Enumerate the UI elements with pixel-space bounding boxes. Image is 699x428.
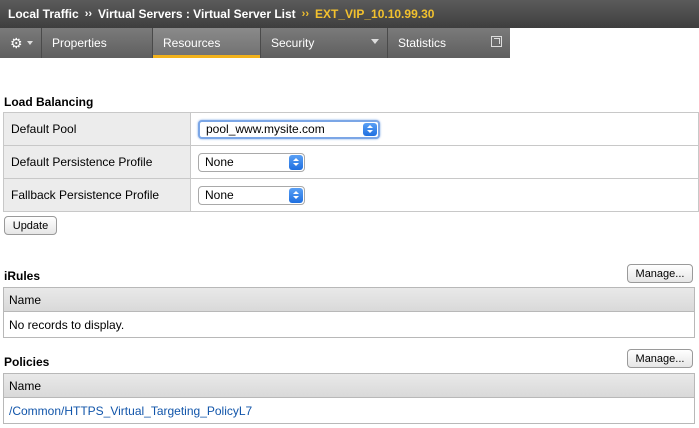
default-persistence-label: Default Persistence Profile [3,145,191,179]
tab-security[interactable]: Security [261,28,388,58]
irules-title: iRules [4,269,41,283]
fallback-persistence-label: Fallback Persistence Profile [3,178,191,212]
policies-table: Name /Common/HTTPS_Virtual_Targeting_Pol… [3,373,695,424]
gear-icon: ⚙ [10,34,23,51]
chevron-down-icon [26,41,33,45]
tab-strip: ⚙ Properties Resources Security Statisti… [0,28,510,58]
tab-statistics-label: Statistics [398,36,447,50]
policy-link[interactable]: /Common/HTTPS_Virtual_Targeting_PolicyL7 [9,404,252,418]
load-balancing-title: Load Balancing [4,95,94,109]
irules-manage-button[interactable]: Manage... [627,264,693,283]
tab-resources-label: Resources [163,36,221,50]
select-arrows-icon [363,122,377,136]
breadcrumb: Local Traffic ›› Virtual Servers : Virtu… [0,0,699,28]
tab-resources[interactable]: Resources [153,28,261,58]
select-arrows-icon [289,154,303,170]
default-pool-select[interactable]: pool_www.mysite.com [198,119,380,139]
load-balancing-table: Default Pool pool_www.mysite.com Default… [3,112,699,212]
irules-name-header[interactable]: Name [4,288,694,312]
tab-properties[interactable]: Properties [42,28,153,58]
irules-empty-message: No records to display. [4,312,694,337]
table-row: /Common/HTTPS_Virtual_Targeting_PolicyL7 [4,398,694,423]
update-button[interactable]: Update [4,216,57,235]
gear-menu-button[interactable]: ⚙ [0,28,42,58]
table-row: Default Persistence Profile None [3,145,699,179]
tab-properties-label: Properties [52,36,107,50]
default-pool-label: Default Pool [3,112,191,146]
fallback-persistence-select[interactable]: None [198,185,305,205]
breadcrumb-separator: ›› [84,8,93,20]
default-pool-value: pool_www.mysite.com [206,122,325,136]
default-persistence-select[interactable]: None [198,152,305,172]
policies-title: Policies [4,355,50,369]
chevron-down-icon [371,39,379,44]
fallback-persistence-value: None [205,188,234,202]
table-row: Fallback Persistence Profile None [3,178,699,212]
tab-security-label: Security [271,36,315,50]
table-row: Default Pool pool_www.mysite.com [3,112,699,146]
breadcrumb-separator: ›› [301,8,309,20]
popout-icon[interactable] [491,36,502,47]
select-arrows-icon [289,187,303,203]
irules-table: Name No records to display. [3,287,695,338]
breadcrumb-local-traffic[interactable]: Local Traffic [8,7,79,21]
breadcrumb-current: EXT_VIP_10.10.99.30 [315,7,435,21]
default-persistence-value: None [205,155,234,169]
policies-name-header[interactable]: Name [4,374,694,398]
breadcrumb-virtual-server-list[interactable]: Virtual Servers : Virtual Server List [98,7,296,21]
policies-manage-button[interactable]: Manage... [627,349,693,368]
tab-statistics[interactable]: Statistics [388,28,510,58]
